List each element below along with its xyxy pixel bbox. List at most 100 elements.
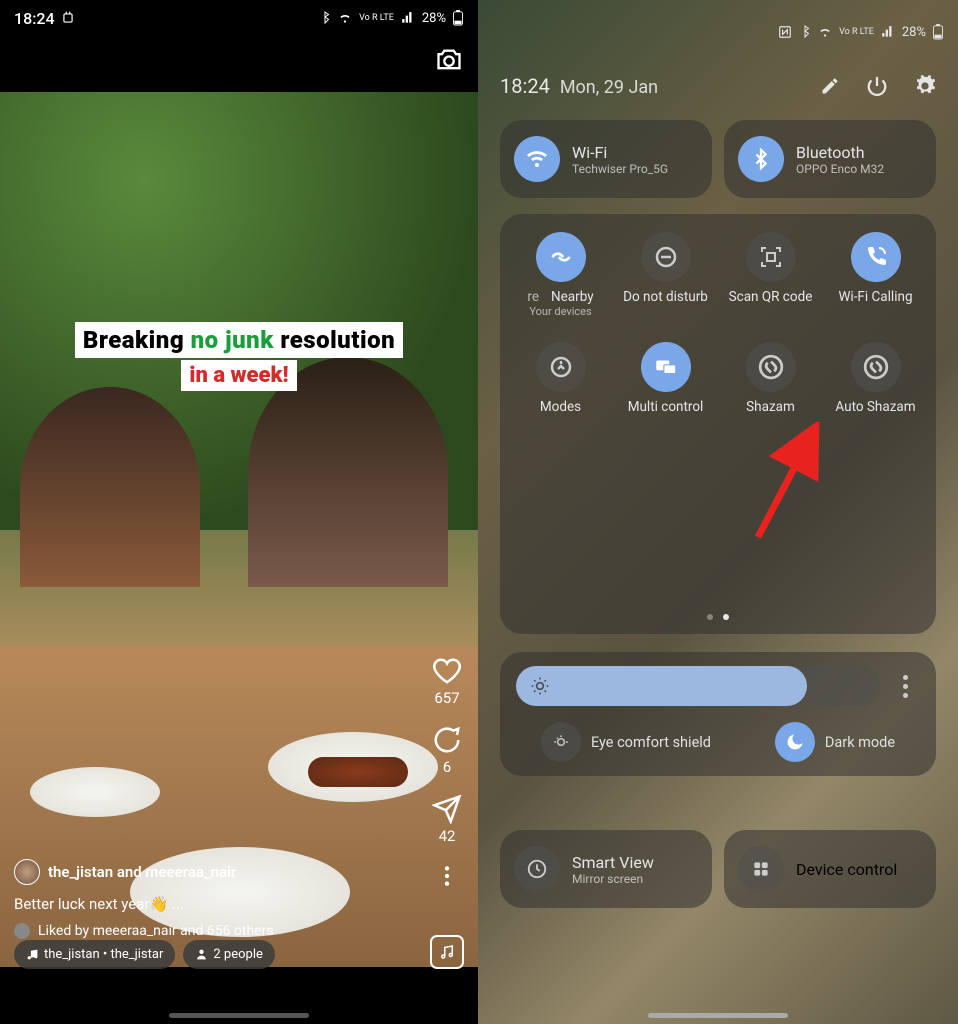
people-pill[interactable]: 2 people — [183, 940, 275, 969]
story-footer: the_jistan and meeeraa_nair Better luck … — [14, 859, 388, 939]
wifi-calling-tile[interactable]: Wi-Fi Calling — [823, 232, 928, 318]
battery-icon — [452, 10, 464, 26]
bluetooth-icon — [738, 136, 784, 182]
dnd-label: Do not disturb — [623, 289, 708, 305]
nearby-sub: Your devices — [527, 305, 593, 318]
bluetooth-status-icon — [319, 11, 331, 25]
dnd-icon — [641, 232, 691, 282]
edit-icon[interactable] — [820, 76, 840, 96]
bluetooth-status-icon — [799, 25, 811, 39]
multi-control-tile[interactable]: Multi control — [613, 342, 718, 415]
wifi-calling-label: Wi-Fi Calling — [838, 289, 912, 305]
moon-icon — [775, 722, 815, 762]
story-action-rail: 657 6 42 — [432, 656, 462, 889]
page-indicator — [707, 614, 729, 620]
people-pill-text: 2 people — [213, 947, 263, 962]
camera-button[interactable] — [434, 46, 464, 78]
send-icon — [432, 794, 462, 824]
qs-time: 18:24 — [500, 74, 550, 98]
audio-page-button[interactable] — [430, 935, 464, 969]
auto-shazam-tile[interactable]: Auto Shazam — [823, 342, 928, 415]
nearby-share-tile[interactable]: reNearbyYour devices — [508, 232, 613, 318]
bluetooth-tile[interactable]: Bluetooth OPPO Enco M32 — [724, 120, 936, 198]
liked-by-row[interactable]: Liked by meeeraa_nair and 656 others — [14, 923, 388, 939]
eye-comfort-label: Eye comfort shield — [591, 734, 711, 751]
dark-mode-label: Dark mode — [825, 734, 895, 751]
nav-handle[interactable] — [648, 1013, 788, 1018]
smart-view-tile[interactable]: Smart View Mirror screen — [500, 830, 712, 908]
qs-tile-panel: reNearbyYour devices Do not disturb Scan… — [500, 214, 936, 634]
device-control-icon — [738, 846, 784, 892]
caption-word-3: resolution — [280, 326, 395, 354]
nearby-label: Nearby — [551, 289, 594, 305]
story-user-row[interactable]: the_jistan and meeeraa_nair — [14, 859, 388, 885]
multi-control-icon — [641, 342, 691, 392]
share-button[interactable]: 42 — [432, 794, 462, 845]
auto-shazam-label: Auto Shazam — [835, 399, 915, 415]
audio-square-icon — [438, 943, 456, 961]
music-pill[interactable]: the_jistan • the_jistar — [14, 940, 175, 969]
status-time: 18:24 — [14, 9, 55, 28]
shazam-label: Shazam — [746, 399, 795, 415]
story-media[interactable]: Breaking no junk resolution in a week! — [0, 92, 478, 967]
nav-handle[interactable] — [169, 1013, 309, 1018]
wifi-status-icon — [337, 11, 353, 25]
signal-icon — [400, 11, 416, 25]
story-pill-row: the_jistan • the_jistar 2 people — [14, 940, 275, 969]
modes-tile[interactable]: Modes — [508, 342, 613, 415]
scan-qr-tile[interactable]: Scan QR code — [718, 232, 823, 318]
wifi-title: Wi-Fi — [572, 143, 668, 162]
modes-label: Modes — [540, 399, 581, 415]
qs-date: Mon, 29 Jan — [560, 77, 658, 98]
shazam-tile[interactable]: Shazam — [718, 342, 823, 415]
power-icon[interactable] — [866, 75, 888, 97]
device-control-tile[interactable]: Device control — [724, 830, 936, 908]
like-count: 657 — [434, 689, 459, 707]
qs-connectivity-row: Wi-Fi Techwiser Pro_5G Bluetooth OPPO En… — [500, 120, 936, 198]
share-count: 42 — [439, 827, 456, 845]
smart-view-sub: Mirror screen — [572, 872, 654, 886]
caption-word-1: Breaking — [83, 326, 184, 354]
auto-shazam-icon — [851, 342, 901, 392]
brightness-slider[interactable] — [516, 666, 880, 706]
music-pill-text: the_jistan • the_jistar — [44, 947, 163, 962]
wifi-tile[interactable]: Wi-Fi Techwiser Pro_5G — [500, 120, 712, 198]
story-caption-overlay: Breaking no junk resolution in a week! — [30, 322, 448, 391]
story-caption-text[interactable]: Better luck next year👋 ... — [14, 895, 388, 913]
brightness-panel: Eye comfort shield Dark mode — [500, 652, 936, 776]
avatar — [14, 859, 40, 885]
comment-icon — [432, 725, 462, 755]
nearby-icon — [536, 232, 586, 282]
alarm-icon — [61, 11, 75, 25]
like-button[interactable]: 657 — [432, 656, 462, 707]
eye-comfort-icon — [541, 722, 581, 762]
caption-line-2: in a week! — [181, 360, 296, 391]
heart-icon — [432, 656, 462, 686]
comment-button[interactable]: 6 — [432, 725, 462, 776]
wifi-sub: Techwiser Pro_5G — [572, 162, 668, 176]
nfc-icon — [777, 25, 793, 39]
sun-icon — [530, 676, 550, 696]
smart-view-icon — [514, 846, 560, 892]
comment-count: 6 — [443, 758, 451, 776]
signal-icon — [880, 25, 896, 39]
qr-label: Scan QR code — [729, 289, 813, 305]
liker-avatar — [14, 923, 30, 939]
story-usernames: the_jistan and meeeraa_nair — [48, 863, 236, 881]
status-bar: 18:24 Vo R LTE 28% — [0, 0, 478, 36]
bluetooth-sub: OPPO Enco M32 — [796, 162, 884, 176]
liked-by-text: Liked by meeeraa_nair and 656 others — [38, 923, 274, 939]
more-button[interactable] — [434, 863, 460, 889]
eye-comfort-toggle[interactable]: Eye comfort shield — [541, 722, 711, 762]
battery-percent: 28% — [422, 11, 446, 26]
modes-icon — [536, 342, 586, 392]
multi-control-label: Multi control — [628, 399, 704, 415]
qr-icon — [746, 232, 796, 282]
brightness-more-button[interactable] — [890, 675, 920, 698]
dark-mode-toggle[interactable]: Dark mode — [775, 722, 895, 762]
qs-header: 18:24 Mon, 29 Jan — [500, 74, 936, 98]
caption-word-2: no junk — [191, 326, 274, 354]
settings-gear-icon[interactable] — [914, 75, 936, 97]
dnd-tile[interactable]: Do not disturb — [613, 232, 718, 318]
status-bar: Vo R LTE 28% — [478, 14, 958, 50]
